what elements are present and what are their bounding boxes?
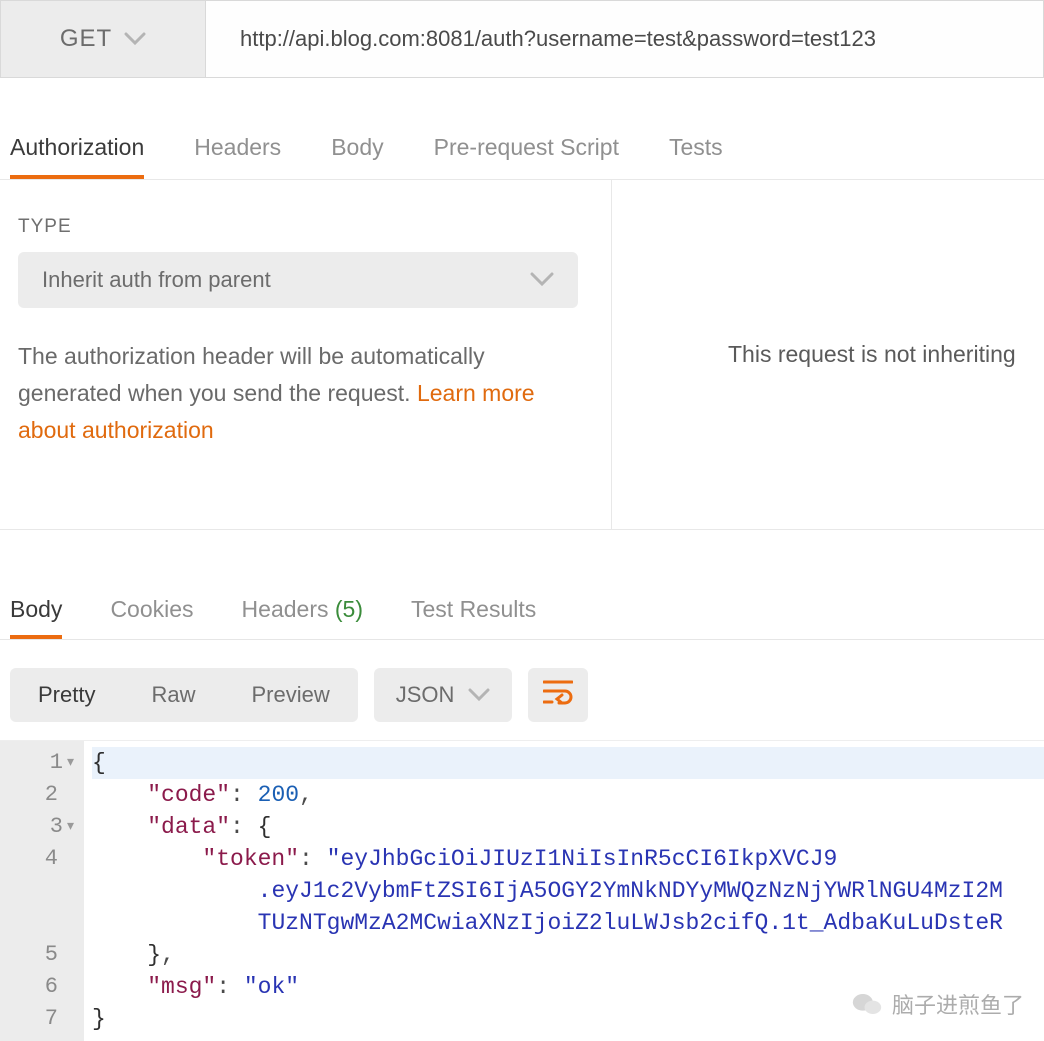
response-tab-body[interactable]: Body [10,596,62,639]
auth-description: The authorization header will be automat… [18,338,578,448]
tab-tests[interactable]: Tests [669,134,723,179]
gutter-line [0,907,74,939]
response-tabs: Body Cookies Headers (5) Test Results [0,566,1044,640]
http-method-label: GET [60,25,112,53]
gutter-line: 4 [0,843,74,875]
wrap-lines-button[interactable] [528,668,588,722]
code-line: }, [92,939,1044,971]
tab-body[interactable]: Body [331,134,383,179]
tab-pre-request-script[interactable]: Pre-request Script [434,134,619,179]
view-mode-pretty[interactable]: Pretty [10,668,123,722]
auth-type-value: Inherit auth from parent [42,267,271,293]
fold-icon[interactable]: ▾ [67,747,74,779]
chevron-down-icon [468,682,490,708]
line-gutter: 1▾23▾4 567 [0,741,84,1041]
request-tabs: Authorization Headers Body Pre-request Scri… [0,104,1044,180]
view-mode-raw[interactable]: Raw [123,668,223,722]
view-mode-preview[interactable]: Preview [223,668,357,722]
gutter-line: 2 [0,779,74,811]
gutter-line: 3▾ [0,811,74,843]
code-line: TUzNTgwMzA2MCwiaXNzIjoiZ2luLWJsb2cifQ.1t… [92,907,1044,939]
code-line: "data": { [92,811,1044,843]
code-line: .eyJ1c2VybmFtZSI6IjA5OGY2YmNkNDYyMWQzNzN… [92,875,1044,907]
gutter-line [0,875,74,907]
gutter-line: 1▾ [0,747,74,779]
url-input[interactable] [206,1,1043,77]
authorization-panel: TYPE Inherit auth from parent The author… [0,180,1044,530]
response-toolbar: PrettyRawPreview JSON [0,640,1044,740]
chevron-down-icon [530,267,554,293]
gutter-line: 5 [0,939,74,971]
auth-right-column: This request is not inheriting [612,180,1044,529]
wechat-icon [852,991,882,1017]
response-tab-headers[interactable]: Headers (5) [242,596,363,639]
auth-left-column: TYPE Inherit auth from parent The author… [0,180,612,529]
code-line: "token": "eyJhbGciOiJIUzI1NiIsInR5cCI6Ik… [92,843,1044,875]
gutter-line: 7 [0,1003,74,1035]
auth-inherit-message: This request is not inheriting [728,341,1016,368]
header-count: (5) [335,596,363,622]
view-mode-group: PrettyRawPreview [10,668,358,722]
code-line: { [92,747,1044,779]
fold-icon[interactable]: ▾ [67,811,74,843]
request-bar: GET [0,0,1044,78]
response-tab-cookies[interactable]: Cookies [110,596,193,639]
watermark: 脑子进煎鱼了 [852,988,1024,1020]
code-line: "code": 200, [92,779,1044,811]
http-method-dropdown[interactable]: GET [1,1,206,77]
chevron-down-icon [124,26,146,52]
gutter-line: 6 [0,971,74,1003]
auth-type-label: TYPE [18,216,593,238]
wrap-lines-icon [543,679,573,711]
tab-headers[interactable]: Headers [194,134,281,179]
watermark-text: 脑子进煎鱼了 [892,988,1024,1020]
format-label: JSON [396,682,455,708]
auth-type-select[interactable]: Inherit auth from parent [18,252,578,308]
tab-authorization[interactable]: Authorization [10,134,144,179]
auth-desc-text: The authorization header will be automat… [18,343,485,406]
format-select[interactable]: JSON [374,668,513,722]
response-tab-test-results[interactable]: Test Results [411,596,536,639]
